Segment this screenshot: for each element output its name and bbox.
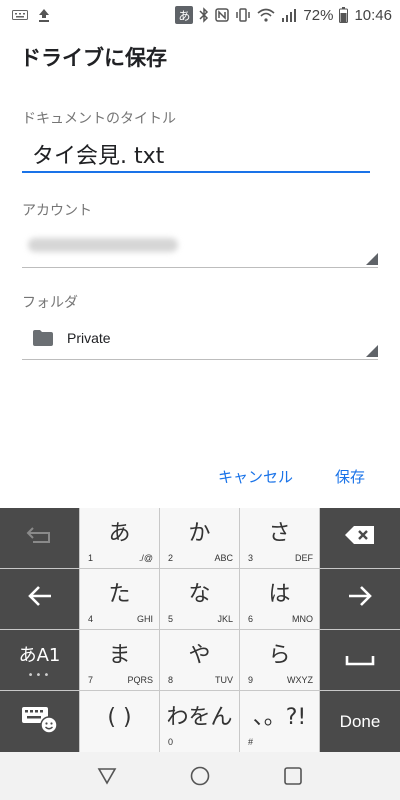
key-wa[interactable]: わをん 0 bbox=[160, 691, 239, 752]
doc-title-input[interactable] bbox=[22, 134, 370, 174]
keyboard-settings-key[interactable] bbox=[0, 691, 79, 752]
backspace-key[interactable] bbox=[320, 508, 400, 568]
backspace-icon bbox=[344, 525, 376, 551]
account-label: アカウント bbox=[22, 203, 92, 219]
recents-icon[interactable] bbox=[273, 756, 313, 796]
key-main: 、。?! bbox=[252, 704, 307, 730]
key-brackets[interactable]: ( ) bbox=[80, 691, 159, 752]
wifi-icon bbox=[257, 8, 275, 22]
cursor-right-key[interactable] bbox=[320, 569, 400, 629]
key-ha[interactable]: は 6 MNO bbox=[240, 569, 319, 629]
key-main: な bbox=[188, 582, 211, 607]
key-sub: PQRS bbox=[127, 675, 153, 685]
status-time: 10:46 bbox=[354, 6, 392, 24]
key-main: さ bbox=[268, 521, 291, 546]
key-main: ま bbox=[108, 643, 131, 668]
key-main: あ bbox=[108, 521, 131, 546]
key-main: た bbox=[108, 582, 131, 607]
key-sub: WXYZ bbox=[287, 675, 313, 685]
key-main: は bbox=[268, 582, 291, 607]
undo-icon bbox=[25, 525, 55, 551]
key-num: 1 bbox=[88, 553, 94, 563]
arrow-left-icon bbox=[27, 584, 53, 614]
cursor-left-key[interactable] bbox=[0, 569, 79, 629]
key-a[interactable]: あ 1 ./@ bbox=[80, 508, 159, 568]
nfc-icon bbox=[215, 8, 230, 22]
folder-dropdown[interactable]: Private bbox=[22, 318, 378, 360]
navigation-bar bbox=[0, 752, 400, 800]
key-sub: TUV bbox=[215, 675, 233, 685]
key-main: や bbox=[188, 643, 211, 668]
save-button[interactable]: 保存 bbox=[335, 466, 365, 487]
arrow-right-icon bbox=[347, 584, 373, 614]
dialog-title: ドライブに保存 bbox=[20, 46, 167, 70]
account-dropdown[interactable] bbox=[22, 226, 378, 268]
keyboard-icon bbox=[12, 9, 28, 21]
key-num: 7 bbox=[88, 675, 94, 685]
key-sub: MNO bbox=[292, 614, 313, 624]
keyboard-emoji-icon bbox=[21, 704, 59, 740]
key-num: 5 bbox=[168, 614, 174, 624]
key-num: 0 bbox=[168, 737, 174, 747]
folder-name: Private bbox=[67, 330, 111, 346]
key-main: ( ) bbox=[107, 704, 132, 730]
key-ta[interactable]: た 4 GHI bbox=[80, 569, 159, 629]
key-num: 9 bbox=[248, 675, 254, 685]
key-num: 6 bbox=[248, 614, 254, 624]
done-label: Done bbox=[339, 711, 381, 731]
key-num: 3 bbox=[248, 553, 254, 563]
key-ma[interactable]: ま 7 PQRS bbox=[80, 630, 159, 690]
done-key[interactable]: Done bbox=[320, 691, 400, 752]
space-key[interactable] bbox=[320, 630, 400, 690]
key-sub: DEF bbox=[295, 553, 313, 563]
key-ra[interactable]: ら 9 WXYZ bbox=[240, 630, 319, 690]
undo-key[interactable] bbox=[0, 508, 79, 568]
key-ya[interactable]: や 8 TUV bbox=[160, 630, 239, 690]
home-icon[interactable] bbox=[180, 756, 220, 796]
folder-label: フォルダ bbox=[22, 295, 78, 311]
battery-icon bbox=[339, 7, 349, 23]
space-icon bbox=[345, 648, 375, 673]
back-icon[interactable] bbox=[87, 756, 127, 796]
input-mode-dots: ••• bbox=[27, 670, 52, 681]
upload-icon bbox=[38, 8, 50, 22]
ime-indicator: あ bbox=[175, 6, 194, 24]
status-bar: あ 72% 10:46 bbox=[0, 0, 400, 30]
key-sub: JKL bbox=[217, 614, 233, 624]
key-main: か bbox=[188, 521, 211, 546]
key-sa[interactable]: さ 3 DEF bbox=[240, 508, 319, 568]
doc-title-underline bbox=[22, 171, 370, 173]
key-punctuation[interactable]: 、。?! # bbox=[240, 691, 319, 752]
key-num: 4 bbox=[88, 614, 94, 624]
account-email-redacted bbox=[28, 238, 178, 252]
cancel-button[interactable]: キャンセル bbox=[218, 466, 293, 487]
doc-title-label: ドキュメントのタイトル bbox=[22, 111, 176, 127]
key-num: # bbox=[248, 737, 254, 747]
dropdown-arrow-icon bbox=[366, 253, 378, 265]
key-sub: GHI bbox=[136, 614, 153, 624]
key-num: 8 bbox=[168, 675, 174, 685]
vibrate-icon bbox=[235, 8, 251, 22]
key-num: 2 bbox=[168, 553, 174, 563]
key-sub: ./@ bbox=[138, 553, 153, 563]
key-na[interactable]: な 5 JKL bbox=[160, 569, 239, 629]
input-mode-key[interactable]: あA1 ••• bbox=[0, 630, 79, 690]
key-ka[interactable]: か 2 ABC bbox=[160, 508, 239, 568]
dropdown-arrow-icon bbox=[366, 345, 378, 357]
folder-icon bbox=[32, 329, 54, 351]
battery-percent: 72% bbox=[303, 6, 334, 24]
key-main: わをん bbox=[166, 704, 233, 730]
bluetooth-icon bbox=[199, 7, 209, 23]
key-main: ら bbox=[268, 643, 291, 668]
key-sub: ABC bbox=[214, 553, 233, 563]
input-mode-label: あA1 bbox=[18, 645, 61, 666]
signal-icon bbox=[281, 8, 297, 22]
software-keyboard: あ 1 ./@ か 2 ABC さ 3 DEF た 4 GHI な 5 JKL … bbox=[0, 508, 400, 752]
